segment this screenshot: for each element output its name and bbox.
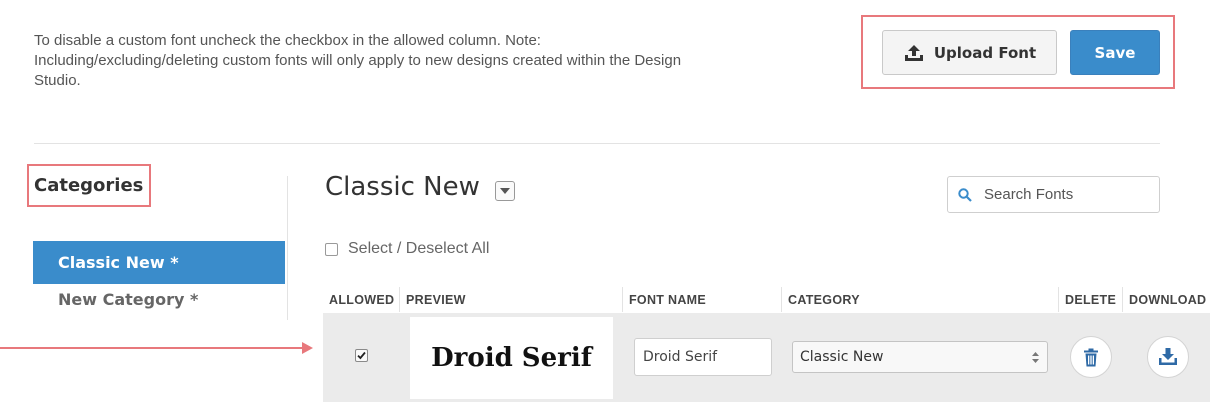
category-dropdown-toggle[interactable]: [495, 181, 515, 201]
allowed-checkbox[interactable]: [355, 349, 368, 362]
caret-down-icon: [500, 188, 510, 194]
delete-font-button[interactable]: [1070, 336, 1112, 378]
select-all-checkbox[interactable]: [325, 242, 338, 256]
fonts-table-header: ALLOWED PREVIEW FONT NAME CATEGORY DELET…: [323, 287, 1210, 312]
intro-note: To disable a custom font uncheck the che…: [34, 31, 774, 91]
header-preview: PREVIEW: [400, 287, 623, 312]
table-row: Droid Serif Classic New: [323, 313, 1210, 402]
category-item-classic-new[interactable]: Classic New *: [33, 241, 285, 284]
select-all-row: Select / Deselect All: [325, 240, 489, 258]
sidebar-separator: [287, 176, 288, 320]
header-font-name: FONT NAME: [623, 287, 782, 312]
upload-icon: [903, 44, 925, 62]
category-select[interactable]: Classic New: [792, 341, 1048, 373]
download-icon: [1158, 348, 1178, 366]
category-select-value: Classic New: [800, 349, 884, 365]
save-label: Save: [1094, 43, 1136, 62]
upload-font-label: Upload Font: [933, 43, 1037, 62]
annotation-arrow-head: [302, 342, 313, 354]
save-button[interactable]: Save: [1070, 30, 1160, 75]
header-delete: DELETE: [1059, 287, 1123, 312]
intro-line-3: Studio.: [34, 72, 81, 89]
section-divider: [34, 143, 1160, 144]
category-item-label: Classic New *: [58, 253, 179, 272]
trash-icon: [1083, 348, 1099, 367]
category-item-new-category[interactable]: New Category *: [33, 284, 285, 314]
intro-line-1: To disable a custom font uncheck the che…: [34, 32, 541, 49]
upload-font-button[interactable]: Upload Font: [882, 30, 1057, 75]
category-item-label: New Category *: [58, 289, 199, 309]
updown-caret-icon: [1032, 351, 1039, 363]
category-title: Classic New: [325, 172, 480, 202]
header-category: CATEGORY: [782, 287, 1059, 312]
search-box: [947, 176, 1160, 213]
font-preview: Droid Serif: [410, 317, 613, 399]
header-allowed: ALLOWED: [323, 287, 400, 312]
annotation-arrow-line: [0, 347, 306, 349]
search-input[interactable]: [984, 186, 1154, 203]
font-name-input[interactable]: [634, 338, 772, 376]
categories-heading: Categories: [34, 175, 144, 196]
categories-list: Classic New * New Category *: [33, 241, 285, 314]
select-all-label: Select / Deselect All: [348, 240, 490, 257]
intro-line-2: Including/excluding/deleting custom font…: [34, 52, 682, 69]
download-font-button[interactable]: [1147, 336, 1189, 378]
header-download: DOWNLOAD: [1129, 292, 1207, 307]
search-icon: [958, 187, 972, 202]
